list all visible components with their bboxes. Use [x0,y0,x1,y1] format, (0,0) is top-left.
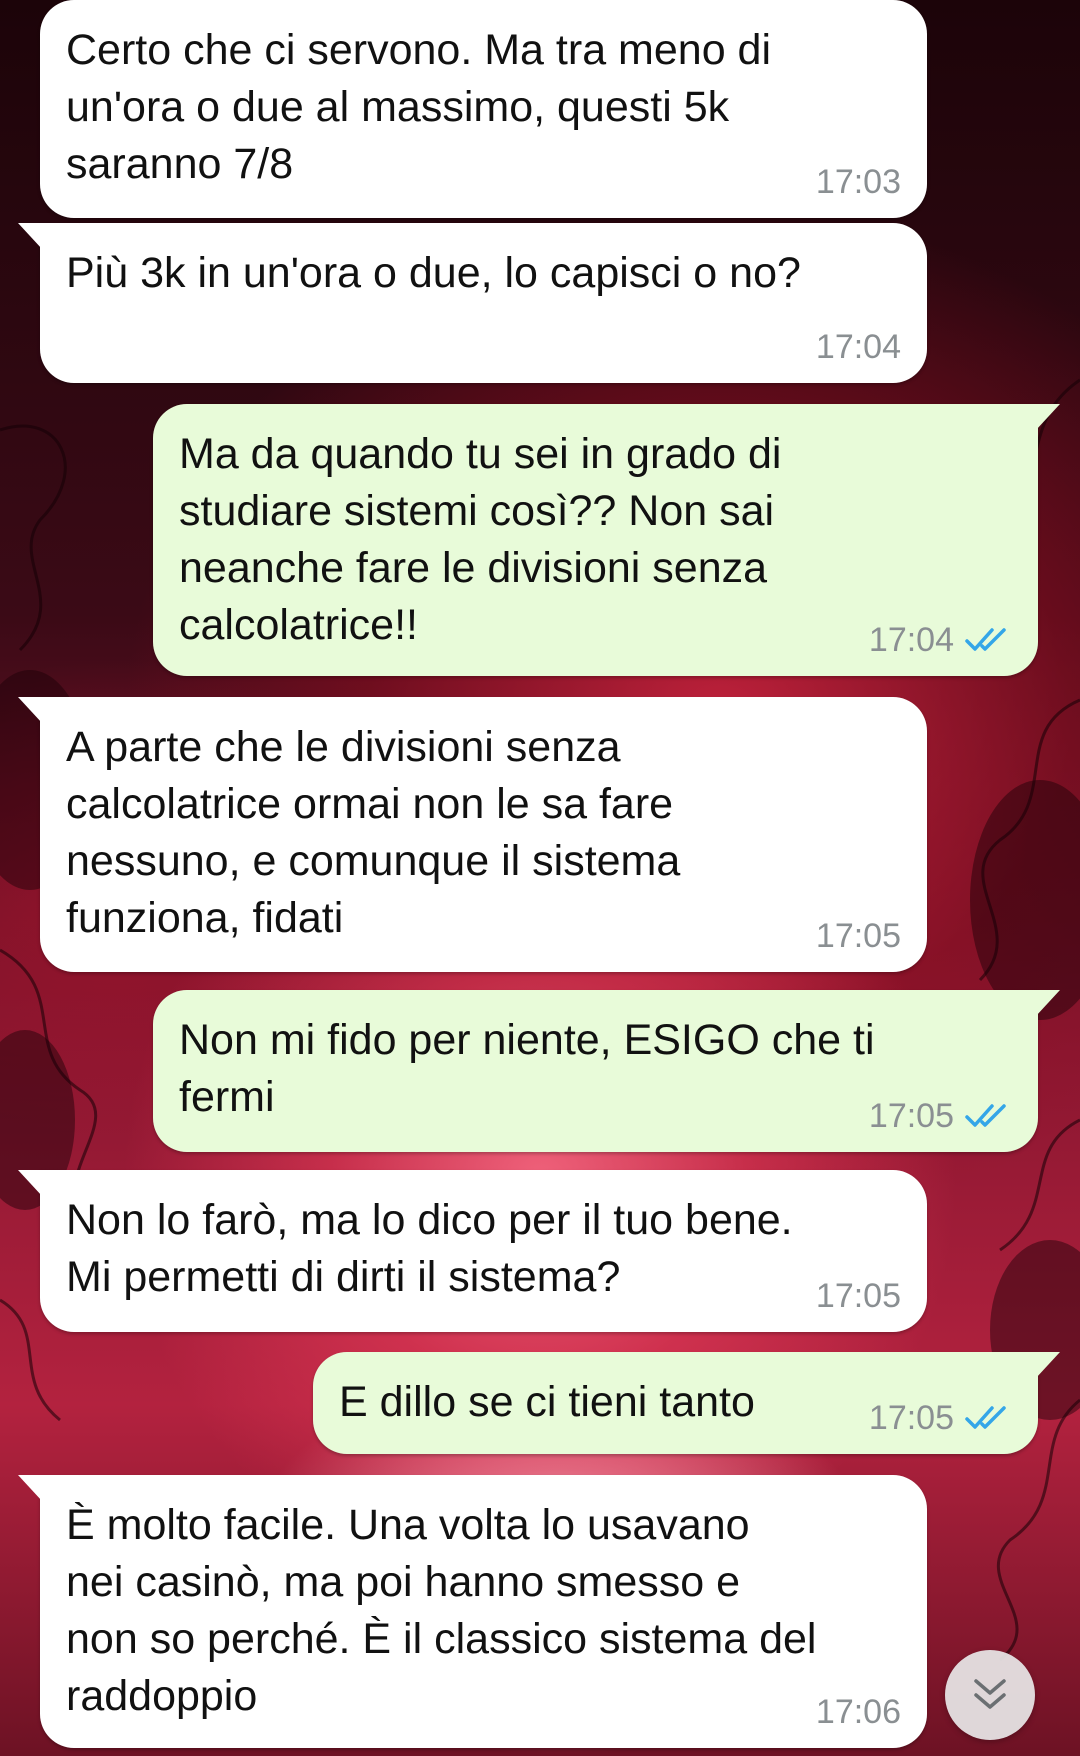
message-text: Più 3k in un'ora o due, lo capisci o no? [66,249,801,297]
message-time: 17:05 [815,1277,901,1315]
bubble-tail [1036,404,1060,430]
message-meta: 17:06 [816,1692,901,1732]
message-time: 17:04 [868,621,954,659]
message-time: 17:03 [815,163,901,201]
message-bubble-incoming[interactable]: Non lo farò, ma lo dico per il tuo bene.… [18,1170,927,1332]
double-check-icon [965,1104,1006,1127]
message-bubble-outgoing[interactable]: E dillo se ci tieni tanto 17:05 [313,1352,1060,1454]
message-meta: 17:05 [869,1096,1012,1136]
message-bubble-incoming[interactable]: A parte che le divisioni senza calcolatr… [18,697,927,972]
message-time: 17:06 [815,1693,901,1731]
message-meta: 17:05 [869,1398,1012,1438]
message-bubble-incoming[interactable]: È molto facile. Una volta lo usavano nei… [18,1475,927,1748]
double-chevron-down-icon [974,1679,1006,1709]
message-bubble-incoming[interactable]: Certo che ci servono. Ma tra meno di un'… [40,0,927,218]
message-bubble-incoming[interactable]: Più 3k in un'ora o due, lo capisci o no?… [18,223,927,383]
message-meta: 17:04 [869,620,1012,660]
message-time: 17:05 [868,1399,954,1437]
message-meta: 17:05 [816,916,901,956]
message-time: 17:05 [815,917,901,955]
message-bubble-outgoing[interactable]: Ma da quando tu sei in grado di studiare… [153,404,1060,676]
message-meta: 17:03 [816,162,901,202]
message-bubble-outgoing[interactable]: Non mi fido per niente, ESIGO che ti fer… [153,990,1060,1152]
message-text: Non lo farò, ma lo dico per il tuo bene.… [66,1196,793,1301]
message-text: È molto facile. Una volta lo usavano nei… [66,1501,817,1720]
double-check-icon [965,1406,1006,1429]
scroll-to-bottom-button[interactable] [945,1650,1035,1740]
message-text: A parte che le divisioni senza calcolatr… [66,723,681,942]
bubble-tail [18,1170,42,1196]
message-time: 17:05 [868,1097,954,1135]
bubble-tail [18,697,42,723]
message-meta: 17:05 [816,1276,901,1316]
bubble-tail [1036,1352,1060,1378]
double-check-icon [965,628,1006,651]
bubble-tail [18,223,42,249]
bubble-tail [1036,990,1060,1016]
message-time: 17:04 [815,328,901,366]
message-meta: 17:04 [816,327,901,367]
bubble-tail [18,1475,42,1501]
message-list[interactable]: Certo che ci servono. Ma tra meno di un'… [0,0,1080,1756]
message-text: Certo che ci servono. Ma tra meno di un'… [66,26,772,188]
